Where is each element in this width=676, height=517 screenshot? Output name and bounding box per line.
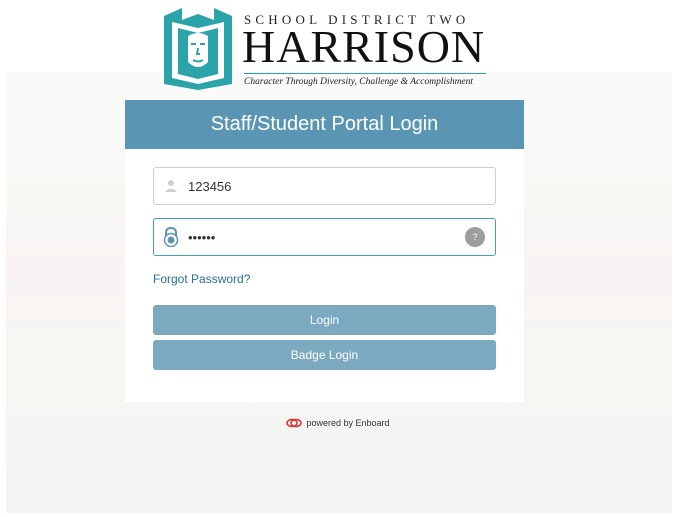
login-title: Staff/Student Portal Login bbox=[125, 100, 524, 149]
logo-divider bbox=[244, 73, 486, 74]
forgot-password-link[interactable]: Forgot Password? bbox=[153, 272, 250, 286]
password-input[interactable] bbox=[188, 219, 465, 255]
powered-by-label[interactable]: powered by Enboard bbox=[306, 418, 389, 428]
username-input[interactable] bbox=[188, 168, 495, 204]
user-icon bbox=[154, 168, 188, 204]
logo-tagline: Character Through Diversity, Challenge &… bbox=[244, 77, 474, 87]
login-button[interactable]: Login bbox=[153, 305, 496, 335]
powered-by: powered by Enboard bbox=[0, 418, 676, 428]
badge-login-button[interactable]: Badge Login bbox=[153, 340, 496, 370]
username-field-wrapper bbox=[153, 167, 496, 205]
enboard-logo-icon bbox=[286, 418, 303, 428]
district-logo: SCHOOL DISTRICT TWO HARRISON Character T… bbox=[160, 6, 488, 94]
lock-icon bbox=[154, 219, 188, 255]
book-face-logo-icon bbox=[164, 8, 232, 90]
login-card: Staff/Student Portal Login ? Forgot Pass… bbox=[125, 100, 524, 402]
logo-name: HARRISON bbox=[242, 21, 486, 72]
password-field-wrapper: ? bbox=[153, 218, 496, 256]
help-icon[interactable]: ? bbox=[465, 227, 485, 247]
